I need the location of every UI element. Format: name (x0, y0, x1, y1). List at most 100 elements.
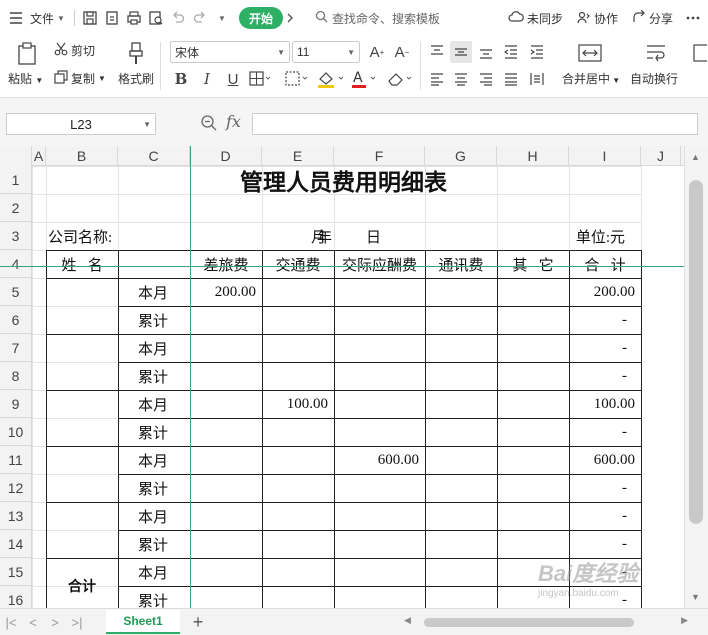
redo-icon[interactable] (189, 7, 211, 29)
value-cell[interactable]: 200.00 (192, 278, 260, 306)
total-cell[interactable]: 100.00 (571, 390, 639, 418)
row-header-10[interactable]: 10 (0, 418, 32, 446)
column-header-g[interactable]: G (425, 146, 497, 166)
fill-color-icon[interactable] (314, 68, 348, 90)
vertical-scrollbar[interactable]: ▲ ▼ (684, 146, 708, 608)
row-header-15[interactable]: 15 (0, 558, 32, 586)
eraser-icon[interactable] (384, 68, 416, 90)
header-total[interactable]: 合 计 (571, 250, 639, 278)
period-month-cell[interactable]: 本月 (120, 334, 188, 362)
date-month-label[interactable]: 月 (264, 222, 332, 250)
row-header-13[interactable]: 13 (0, 502, 32, 530)
increase-font-icon[interactable]: A + (366, 41, 388, 63)
period-cumulative-cell[interactable]: 累计 (120, 586, 188, 609)
decrease-font-icon[interactable]: A − (391, 41, 413, 63)
font-color-icon[interactable]: A (350, 68, 380, 90)
zoom-search-icon[interactable] (200, 114, 218, 132)
ribbon-overflow-icon[interactable] (692, 40, 708, 66)
period-cumulative-cell[interactable]: 累计 (120, 530, 188, 558)
next-sheet-icon[interactable]: > (44, 611, 66, 633)
chevron-right-icon[interactable] (283, 7, 297, 29)
format-painter-button[interactable]: 格式刷 (118, 70, 154, 87)
total-cell[interactable]: - (571, 418, 639, 446)
row-header-7[interactable]: 7 (0, 334, 32, 362)
wrap-text-button[interactable]: 自动换行 (630, 70, 678, 87)
decrease-indent-icon[interactable] (500, 41, 522, 63)
column-header-e[interactable]: E (262, 146, 334, 166)
column-header-a[interactable]: A (32, 146, 46, 166)
wrap-text-icon[interactable] (642, 40, 670, 66)
total-cell[interactable]: 200.00 (571, 278, 639, 306)
row-header-3[interactable]: 3 (0, 222, 32, 250)
align-middle-icon[interactable] (450, 41, 472, 63)
column-header-i[interactable]: I (569, 146, 641, 166)
distribute-icon[interactable] (526, 68, 548, 90)
prev-sheet-icon[interactable]: < (22, 611, 44, 633)
bold-icon[interactable]: B (170, 68, 192, 90)
sheet-title[interactable]: 管理人员费用明细表 (48, 166, 639, 194)
total-cell[interactable]: - (571, 306, 639, 334)
row-header-12[interactable]: 12 (0, 474, 32, 502)
period-month-cell[interactable]: 本月 (120, 502, 188, 530)
column-header-j[interactable]: J (641, 146, 681, 166)
company-name-label[interactable]: 公司名称: (48, 222, 188, 250)
quick-access-dropdown-icon[interactable]: ▼ (211, 7, 233, 29)
cut-button[interactable]: 剪切 (54, 42, 95, 59)
column-header-d[interactable]: D (190, 146, 262, 166)
period-month-cell[interactable]: 本月 (120, 446, 188, 474)
header-other[interactable]: 其 它 (499, 250, 567, 278)
period-month-cell[interactable]: 本月 (120, 278, 188, 306)
period-cumulative-cell[interactable]: 累计 (120, 306, 188, 334)
print-preview-icon[interactable] (145, 7, 167, 29)
align-right-icon[interactable] (475, 68, 497, 90)
select-all-corner[interactable] (0, 146, 32, 166)
row-header-9[interactable]: 9 (0, 390, 32, 418)
paintbrush-icon[interactable] (124, 40, 148, 68)
undo-icon[interactable] (167, 7, 189, 29)
column-header-c[interactable]: C (118, 146, 190, 166)
row-header-14[interactable]: 14 (0, 530, 32, 558)
sync-status-button[interactable]: 未同步 (503, 5, 568, 31)
horizontal-scrollbar[interactable]: ◀ ▶ (400, 615, 690, 628)
date-day-label[interactable]: 日 (336, 222, 423, 250)
merge-center-button[interactable]: 合并居中 ▼ (562, 70, 620, 87)
tab-start[interactable]: 开始 (238, 7, 283, 29)
row-header-1[interactable]: 1 (0, 166, 32, 194)
row-header-5[interactable]: 5 (0, 278, 32, 306)
value-cell[interactable]: 100.00 (264, 390, 332, 418)
period-cumulative-cell[interactable]: 累计 (120, 362, 188, 390)
header-telecom[interactable]: 通讯费 (427, 250, 495, 278)
column-header-h[interactable]: H (497, 146, 569, 166)
paste-icon[interactable] (12, 40, 42, 68)
align-center-icon[interactable] (450, 68, 472, 90)
total-cell[interactable]: - (571, 334, 639, 362)
row-header-16[interactable]: 16 (0, 586, 32, 608)
period-month-cell[interactable]: 本月 (120, 558, 188, 586)
scrollbar-thumb[interactable] (689, 180, 703, 524)
first-sheet-icon[interactable]: |< (0, 611, 22, 633)
scroll-right-icon[interactable]: ▶ (681, 615, 688, 626)
copy-button[interactable]: 复制 ▼ (54, 70, 106, 87)
justify-icon[interactable] (500, 68, 522, 90)
row-header-6[interactable]: 6 (0, 306, 32, 334)
row-header-8[interactable]: 8 (0, 362, 32, 390)
scroll-up-icon[interactable]: ▲ (691, 152, 700, 162)
column-header-b[interactable]: B (46, 146, 118, 166)
export-pdf-icon[interactable] (101, 7, 123, 29)
file-menu[interactable]: 文件 ▼ (0, 5, 70, 31)
total-cell[interactable]: 600.00 (571, 446, 639, 474)
period-cumulative-cell[interactable]: 累计 (120, 418, 188, 446)
align-top-icon[interactable] (426, 41, 448, 63)
scroll-left-icon[interactable]: ◀ (404, 615, 411, 626)
collaborate-button[interactable]: 协作 (572, 5, 623, 31)
header-transport[interactable]: 交通费 (264, 250, 332, 278)
header-entertainment[interactable]: 交际应酬费 (336, 250, 423, 278)
share-button[interactable]: 分享 (627, 5, 678, 31)
more-options-icon[interactable] (682, 7, 704, 29)
cell-area[interactable]: 管理人员费用明细表 公司名称: 年月日单位:元姓 名差旅费 交通费 交际应酬费 通讯费其 … (32, 166, 708, 608)
command-search[interactable]: 查找命令、搜索模板 (315, 10, 440, 27)
font-name-select[interactable]: 宋体 ▼ (170, 41, 290, 63)
total-cell[interactable]: - (571, 474, 639, 502)
value-cell[interactable]: 600.00 (336, 446, 423, 474)
save-icon[interactable] (79, 7, 101, 29)
